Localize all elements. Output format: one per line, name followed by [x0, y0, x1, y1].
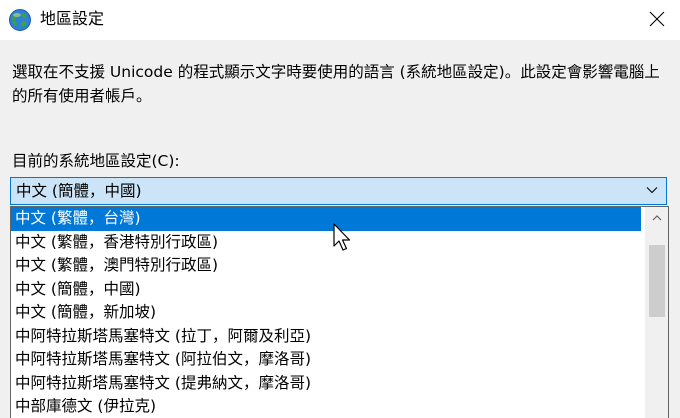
scroll-up-button[interactable]: [646, 207, 668, 229]
locale-option[interactable]: 中文 (繁體，澳門特別行政區): [11, 254, 641, 278]
system-locale-label: 目前的系統地區設定(C):: [12, 152, 180, 170]
description-text: 選取在不支援 Unicode 的程式顯示文字時要使用的語言 (系統地區設定)。此…: [12, 63, 660, 105]
scroll-up-arrow-icon: [652, 215, 662, 221]
close-icon: [649, 11, 665, 27]
locale-option[interactable]: 中阿特拉斯塔馬塞特文 (拉丁，阿爾及利亞): [11, 325, 641, 349]
combobox-value: 中文 (簡體，中國): [16, 182, 142, 200]
scroll-thumb[interactable]: [649, 245, 665, 317]
system-locale-combobox[interactable]: 中文 (簡體，中國): [10, 177, 667, 205]
locale-option[interactable]: 中部庫德文 (伊拉克): [11, 395, 641, 418]
locale-option[interactable]: 中文 (簡體，新加坡): [11, 301, 641, 325]
globe-icon: [8, 8, 32, 32]
locale-option[interactable]: 中文 (簡體，中國): [11, 278, 641, 302]
title-bar: 地區設定: [0, 0, 680, 40]
mouse-pointer-icon: [333, 223, 351, 251]
dropdown-scrollbar[interactable]: [645, 207, 668, 418]
locale-option[interactable]: 中文 (繁體，台灣): [11, 207, 641, 231]
window-title: 地區設定: [40, 9, 105, 28]
locale-option[interactable]: 中文 (繁體，香港特別行政區): [11, 231, 641, 255]
close-button[interactable]: [634, 0, 680, 38]
locale-option[interactable]: 中阿特拉斯塔馬塞特文 (阿拉伯文，摩洛哥): [11, 348, 641, 372]
chevron-down-icon: [646, 187, 658, 194]
locale-option[interactable]: 中阿特拉斯塔馬塞特文 (提弗納文，摩洛哥): [11, 372, 641, 396]
locale-options: 中文 (繁體，台灣) 中文 (繁體，香港特別行政區) 中文 (繁體，澳門特別行政…: [11, 207, 641, 418]
